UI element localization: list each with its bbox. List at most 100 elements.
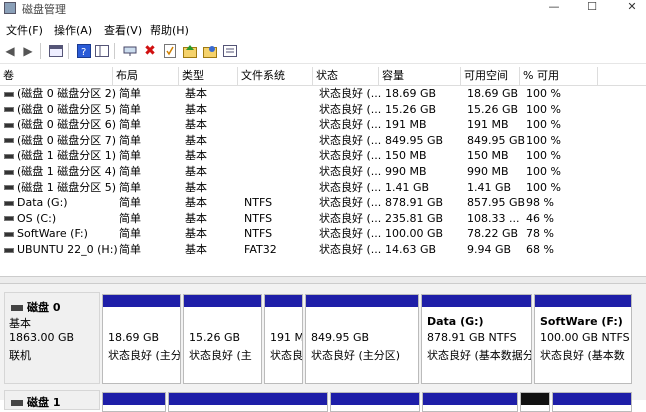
list-icon[interactable] bbox=[222, 43, 238, 59]
partition-color-bar bbox=[265, 295, 302, 307]
panel-icon[interactable] bbox=[94, 43, 110, 59]
column-header-volume[interactable]: 卷 bbox=[0, 67, 113, 85]
column-header-free-space[interactable]: 可用空间 bbox=[461, 67, 520, 85]
column-header-status[interactable]: 状态 bbox=[313, 67, 379, 85]
cell-text: 基本 bbox=[185, 102, 207, 116]
column-header-type[interactable]: 类型 bbox=[179, 67, 238, 85]
column-header-capacity[interactable]: 容量 bbox=[379, 67, 461, 85]
cell-layout: 简单 bbox=[119, 102, 141, 117]
partition-block[interactable] bbox=[102, 392, 166, 412]
cell-filesystem: NTFS bbox=[244, 211, 272, 226]
cell-text: 849.95 GB bbox=[385, 133, 444, 147]
console-icon[interactable] bbox=[48, 43, 64, 59]
partition-block[interactable]: 15.26 GB 状态良好 (主 bbox=[183, 294, 262, 384]
cell-capacity: 990 MB bbox=[385, 164, 427, 179]
cell-volume: (磁盘 0 磁盘分区 7) bbox=[4, 133, 116, 148]
cell-capacity: 191 MB bbox=[385, 117, 427, 132]
partition-block[interactable] bbox=[520, 392, 550, 412]
column-header-percent-free[interactable]: % 可用 bbox=[520, 67, 598, 85]
help-icon[interactable]: ? bbox=[76, 43, 92, 59]
forward-icon[interactable]: ▶ bbox=[20, 43, 36, 59]
menu-action[interactable]: 操作(A) bbox=[54, 22, 92, 38]
menu-view[interactable]: 查看(V) bbox=[104, 22, 142, 38]
maximize-button[interactable]: ☐ bbox=[578, 0, 606, 16]
cell-free-space: 108.33 ... bbox=[467, 211, 519, 226]
cell-text: 18.69 GB bbox=[385, 87, 437, 100]
partition-status: 状态良好 (主 bbox=[189, 349, 252, 362]
table-row[interactable]: (磁盘 0 磁盘分区 7) 简单 基本 状态良好 (... 849.95 GB 849.9… bbox=[0, 133, 646, 148]
cell-capacity: 150 MB bbox=[385, 148, 427, 163]
partition-block-software-f[interactable]: SoftWare (F:) 100.00 GB NTFS 状态良好 (基本数 bbox=[534, 294, 632, 384]
column-header-filesystem[interactable]: 文件系统 bbox=[238, 67, 313, 85]
toolbar: ◀ ▶ ? ✖ bbox=[0, 39, 646, 64]
volume-icon bbox=[4, 107, 14, 113]
cell-free-space: 15.26 GB bbox=[467, 102, 518, 117]
partition-status: 状态良好 (基本数据分 bbox=[427, 349, 532, 362]
disk-1-label[interactable]: 磁盘 1 bbox=[4, 390, 100, 410]
cell-percent-free: 100 % bbox=[526, 102, 561, 117]
column-header-layout[interactable]: 布局 bbox=[113, 67, 179, 85]
partition-block[interactable]: 191 M 状态良 bbox=[264, 294, 303, 384]
partition-block[interactable] bbox=[552, 392, 632, 412]
window-title: 磁盘管理 bbox=[22, 3, 66, 16]
table-row[interactable]: UBUNTU 22_0 (H:) 简单 基本 FAT32 状态良好 (... 14.63 … bbox=[0, 242, 646, 257]
cell-volume: Data (G:) bbox=[4, 195, 68, 210]
partition-size: 15.26 GB bbox=[189, 331, 241, 344]
cell-status: 状态良好 (... bbox=[319, 86, 381, 101]
table-row[interactable]: (磁盘 1 磁盘分区 4) 简单 基本 状态良好 (... 990 MB 990 MB 10… bbox=[0, 164, 646, 179]
table-row[interactable]: OS (C:) 简单 基本 NTFS 状态良好 (... 235.81 GB 108.33 … bbox=[0, 211, 646, 226]
partition-block[interactable] bbox=[168, 392, 328, 412]
partition-color-bar bbox=[521, 393, 549, 405]
cell-text: 990 MB bbox=[385, 165, 427, 178]
cell-text: 857.95 GB bbox=[467, 196, 526, 210]
delete-icon[interactable]: ✖ bbox=[142, 43, 158, 59]
cell-text: (磁盘 1 磁盘分区 1) bbox=[17, 149, 117, 163]
partition-block[interactable]: 18.69 GB 状态良好 (主分 bbox=[102, 294, 181, 384]
partition-color-bar bbox=[169, 393, 327, 405]
partition-block[interactable] bbox=[422, 392, 518, 412]
cell-text: UBUNTU 22_0 (H:) bbox=[17, 243, 118, 256]
cell-status: 状态良好 (... bbox=[319, 117, 381, 132]
table-row[interactable]: (磁盘 1 磁盘分区 1) 简单 基本 状态良好 (... 150 MB 150 MB 10… bbox=[0, 148, 646, 163]
refresh-icon[interactable] bbox=[182, 43, 198, 59]
disk-icon bbox=[11, 400, 23, 406]
table-row[interactable]: (磁盘 0 磁盘分区 6) 简单 基本 状态良好 (... 191 MB 191 MB 10… bbox=[0, 117, 646, 132]
cell-volume: (磁盘 1 磁盘分区 1) bbox=[4, 148, 116, 163]
partition-block[interactable]: 849.95 GB 状态良好 (主分区) bbox=[305, 294, 419, 384]
back-icon[interactable]: ◀ bbox=[2, 43, 18, 59]
cell-text: Data (G:) bbox=[17, 196, 68, 210]
properties-icon[interactable] bbox=[162, 43, 178, 59]
cell-layout: 简单 bbox=[119, 148, 141, 163]
cell-text: (磁盘 0 磁盘分区 5) bbox=[17, 102, 117, 116]
table-row[interactable]: (磁盘 0 磁盘分区 2) 简单 基本 状态良好 (... 18.69 GB 18.69 … bbox=[0, 86, 646, 101]
menu-file[interactable]: 文件(F) bbox=[6, 22, 43, 38]
disk-0-label[interactable]: 磁盘 0 基本 1863.00 GB 联机 bbox=[4, 292, 100, 384]
cell-volume: SoftWare (F:) bbox=[4, 226, 88, 241]
cell-free-space: 849.95 GB bbox=[467, 133, 525, 148]
cell-text: 简单 bbox=[119, 180, 141, 194]
pane-splitter[interactable] bbox=[0, 276, 646, 284]
cell-status: 状态良好 (... bbox=[319, 148, 381, 163]
cell-layout: 简单 bbox=[119, 226, 141, 241]
partition-size: 878.91 GB NTFS bbox=[427, 331, 517, 344]
cell-text: (磁盘 0 磁盘分区 7) bbox=[17, 133, 117, 147]
partition-block[interactable] bbox=[330, 392, 420, 412]
export-icon[interactable] bbox=[202, 43, 218, 59]
cell-text: 简单 bbox=[119, 211, 141, 225]
menu-help[interactable]: 帮助(H) bbox=[150, 22, 189, 38]
cell-text: 基本 bbox=[185, 196, 207, 210]
partition-color-bar bbox=[423, 393, 517, 405]
cell-capacity: 100.00 GB bbox=[385, 226, 443, 241]
close-button[interactable]: ✕ bbox=[618, 0, 646, 16]
cell-text: 849.95 GB bbox=[467, 133, 526, 147]
connect-icon[interactable] bbox=[122, 43, 138, 59]
cell-text: 状态良好 (... bbox=[319, 165, 382, 178]
minimize-button[interactable]: — bbox=[540, 0, 568, 16]
cell-status: 状态良好 (... bbox=[319, 226, 381, 241]
table-row[interactable]: (磁盘 1 磁盘分区 5) 简单 基本 状态良好 (... 1.41 GB 1.41 GB… bbox=[0, 180, 646, 195]
table-row[interactable]: Data (G:) 简单 基本 NTFS 状态良好 (... 878.91 GB 857.9… bbox=[0, 195, 646, 210]
partition-block-data-g[interactable]: Data (G:) 878.91 GB NTFS 状态良好 (基本数据分 bbox=[421, 294, 532, 384]
table-row[interactable]: (磁盘 0 磁盘分区 5) 简单 基本 状态良好 (... 15.26 GB 15.26 … bbox=[0, 102, 646, 117]
cell-text: 9.94 GB bbox=[467, 243, 512, 256]
table-row[interactable]: SoftWare (F:) 简单 基本 NTFS 状态良好 (... 100.00 GB 7… bbox=[0, 226, 646, 241]
